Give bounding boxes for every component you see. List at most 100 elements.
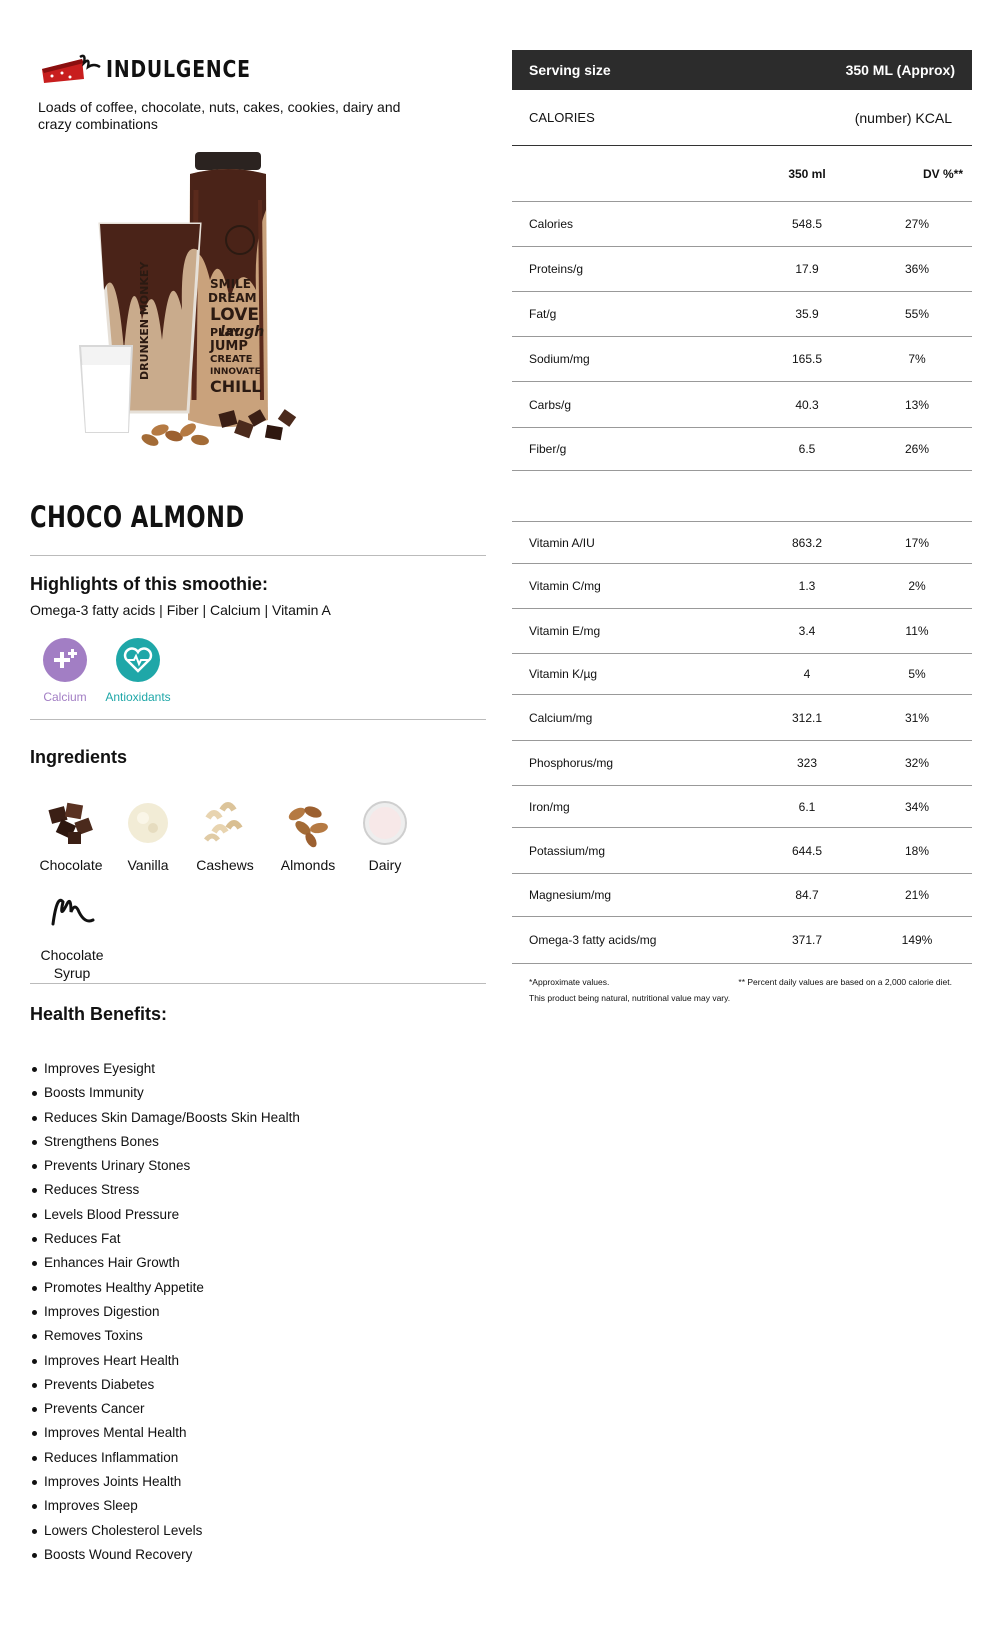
nutrient-amount: 35.9 [795, 307, 819, 321]
benefit-item: Improves Digestion [30, 1300, 300, 1324]
table-row: Fat/g 35.9 55% [512, 292, 972, 337]
benefit-item: Enhances Hair Growth [30, 1251, 300, 1275]
nutrient-amount: 6.5 [798, 442, 816, 456]
nutrient-amount: 548.5 [791, 217, 823, 231]
nutrient-dv: 31% [904, 710, 930, 725]
badge-calcium: Calcium [30, 638, 100, 704]
nutrient-name: Calories [529, 217, 574, 231]
benefit-item: Removes Toxins [30, 1324, 300, 1348]
left-column: INDULGENCE Loads of coffee, chocolate, n… [0, 0, 500, 1626]
column-amount: 350 ml [788, 166, 826, 181]
bottle-word: LOVE [210, 305, 259, 325]
nutrient-name: Potassium/mg [529, 843, 606, 858]
benefit-item: Prevents Cancer [30, 1397, 300, 1421]
nutrient-name: Vitamin A/IU [529, 535, 595, 550]
bottle-word: CREATE [210, 354, 253, 365]
highlights-list: Omega-3 fatty acids | Fiber | Calcium | … [30, 602, 331, 618]
ingredient-label: Chocolate Syrup [27, 946, 117, 982]
calories-label: CALORIES [529, 110, 595, 125]
nutrient-name: Proteins/g [529, 262, 584, 276]
ingredient-chocolate-syrup: Chocolate Syrup [27, 885, 117, 982]
table-row: Vitamin A/IU 863.2 17% [512, 522, 972, 564]
benefits-heading: Health Benefits: [30, 1004, 168, 1024]
almonds-icon [278, 795, 338, 851]
benefit-item: Prevents Diabetes [30, 1373, 300, 1397]
nutrient-dv: 36% [904, 262, 930, 276]
nutrient-amount: 312.1 [791, 710, 823, 725]
syrup-label-line1: Chocolate [40, 947, 104, 963]
benefit-item: Reduces Skin Damage/Boosts Skin Health [30, 1106, 300, 1130]
table-row: Fiber/g 6.5 26% [512, 428, 972, 471]
benefit-item: Improves Heart Health [30, 1349, 300, 1373]
badge-label: Calcium [43, 690, 87, 704]
benefit-item: Strengthens Bones [30, 1130, 300, 1154]
divider [30, 983, 486, 984]
bottle-word: CHILL [210, 377, 261, 396]
table-row: Proteins/g 17.9 36% [512, 247, 972, 292]
nutrient-amount: 644.5 [791, 843, 823, 858]
nutrient-dv: 32% [904, 756, 930, 770]
table-row: Calcium/mg 312.1 31% [512, 695, 972, 741]
cashews-icon [195, 795, 255, 851]
ingredient-cashews: Cashews [180, 795, 270, 874]
nutrient-dv: 17% [904, 535, 930, 550]
calories-value: (number) KCAL [854, 109, 952, 126]
nutrient-amount: 3.4 [798, 624, 816, 638]
table-notes: *Approximate values. This product being … [512, 964, 972, 1006]
note-dv: ** Percent daily values are based on a 2… [738, 977, 952, 987]
benefit-item: Prevents Urinary Stones [30, 1154, 300, 1178]
nutrition-table: Serving size 350 ML (Approx) CALORIES (n… [512, 50, 972, 1006]
benefit-item: Boosts Wound Recovery [30, 1543, 300, 1567]
nutrient-dv: 34% [904, 799, 930, 814]
nutrient-name: Fiber/g [529, 442, 567, 456]
nutrient-name: Fat/g [529, 307, 557, 321]
highlights-heading: Highlights of this smoothie: [30, 574, 268, 594]
nutrient-name: Calcium/mg [529, 710, 593, 725]
brand-text: DRUNKEN MONKEY [138, 261, 151, 380]
nutrient-amount: 17.9 [795, 262, 819, 276]
benefit-item: Improves Mental Health [30, 1421, 300, 1445]
nutrient-name: Vitamin E/mg [529, 624, 601, 638]
chocolate-icon [41, 795, 101, 851]
serving-size-bar: Serving size 350 ML (Approx) [512, 50, 972, 90]
bottle-word: SMILE [210, 277, 251, 291]
serving-label: Serving size [529, 62, 611, 78]
section-spacer [512, 471, 972, 522]
nutrient-dv: 27% [904, 217, 930, 231]
dairy-icon [355, 795, 415, 851]
ingredients-heading: Ingredients [30, 747, 128, 767]
badge-antioxidants: Antioxidants [103, 638, 173, 704]
nutrient-name: Phosphorus/mg [529, 756, 614, 770]
table-row: Vitamin C/mg 1.3 2% [512, 564, 972, 609]
bottle-word: INNOVATE [210, 367, 261, 377]
bottle-word: DREAM [208, 291, 257, 305]
table-row: Omega-3 fatty acids/mg 371.7 149% [512, 917, 972, 964]
micros-rows: Vitamin A/IU 863.2 17% Vitamin C/mg 1.3 2% Vit… [512, 522, 972, 964]
heart-pulse-icon [116, 638, 160, 682]
divider [30, 555, 486, 556]
product-name: CHOCO ALMOND [30, 500, 245, 534]
benefits-list: Improves Eyesight Boosts Immunity Reduces … [30, 1057, 300, 1567]
nutrient-amount: 1.3 [798, 579, 816, 593]
table-row: Vitamin E/mg 3.4 11% [512, 609, 972, 654]
table-row: Carbs/g 40.3 13% [512, 382, 972, 428]
nutrient-dv: 55% [904, 307, 930, 321]
benefit-item: Promotes Healthy Appetite [30, 1276, 300, 1300]
nutrient-dv: 2% [908, 579, 926, 593]
calories-row: CALORIES (number) KCAL [512, 90, 972, 146]
benefit-item: Boosts Immunity [30, 1081, 300, 1105]
nutrient-amount: 40.3 [795, 397, 819, 412]
macros-rows: Calories 548.5 27% Proteins/g 17.9 36% Fat/g 35… [512, 202, 972, 471]
nutrient-amount: 165.5 [791, 352, 823, 366]
table-row: Potassium/mg 644.5 18% [512, 828, 972, 874]
bottle-word: JUMP [209, 339, 248, 354]
benefit-item: Levels Blood Pressure [30, 1203, 300, 1227]
nutrient-name: Vitamin C/mg [529, 579, 601, 593]
nutrient-amount: 4 [803, 667, 811, 681]
ingredient-dairy: Dairy [340, 795, 430, 874]
nutrient-dv: 11% [905, 624, 929, 638]
syrup-label-line2: Syrup [53, 965, 91, 981]
column-dv: DV %** [922, 166, 963, 181]
nutrient-amount: 863.2 [791, 535, 823, 550]
category-header: INDULGENCE [40, 50, 283, 90]
